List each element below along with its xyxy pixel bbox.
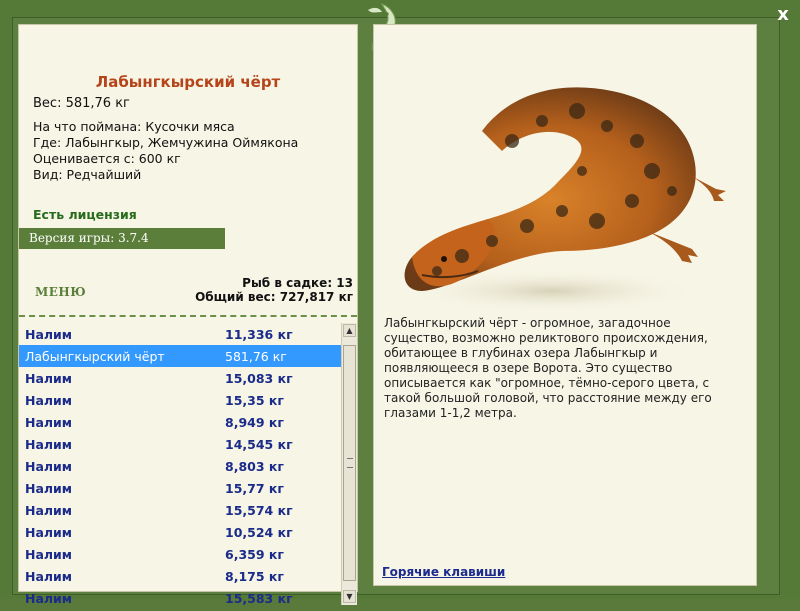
caught-where: Где: Лабынгкыр, Жемчужина Оймякона (33, 135, 299, 150)
list-item[interactable]: Налим 8,175 кг (19, 565, 341, 587)
scroll-up-icon[interactable]: ▲ (343, 324, 356, 337)
list-item-name: Налим (25, 459, 73, 474)
caught-on: На что поймана: Кусочки мяса (33, 119, 235, 134)
fish-weight: Вес: 581,76 кг (33, 96, 130, 111)
list-item-name: Налим (25, 437, 73, 452)
list-item-name: Лабынгкырский чёрт (25, 349, 165, 364)
fish-description: Лабынгкырский чёрт - огромное, загадочно… (384, 316, 712, 420)
list-item-weight: 8,803 кг (225, 459, 284, 474)
list-item-name: Налим (25, 525, 73, 540)
list-item-name: Налим (25, 371, 73, 386)
list-item-name: Налим (25, 415, 73, 430)
list-item[interactable]: Налим 15,35 кг (19, 389, 341, 411)
list-item-weight: 14,545 кг (225, 437, 293, 452)
list-item[interactable]: Налим 15,574 кг (19, 499, 341, 521)
list-item-name: Налим (25, 503, 73, 518)
scroll-down-icon[interactable]: ▼ (343, 590, 356, 603)
list-item-weight: 15,574 кг (225, 503, 293, 518)
list-item-name: Налим (25, 327, 73, 342)
catch-list[interactable]: Налим 11,336 кг Лабынгкырский чёрт 581,76 к… (19, 323, 341, 611)
list-item[interactable]: Налим 10,524 кг (19, 521, 341, 543)
list-item-weight: 15,35 кг (225, 393, 284, 408)
grip-icon (347, 458, 353, 468)
divider (19, 315, 357, 317)
list-item-weight: 10,524 кг (225, 525, 293, 540)
menu-button[interactable]: МЕНЮ (35, 285, 86, 299)
scroll-thumb[interactable] (343, 345, 356, 581)
list-item[interactable]: Налим 11,336 кг (19, 323, 341, 345)
fish-title: Лабынгкырский чёрт (95, 73, 281, 91)
list-item-weight: 581,76 кг (225, 349, 287, 364)
fish-info-panel: Лабынгкырский чёрт Вес: 581,76 кг На что… (18, 24, 358, 606)
keepnet-stats: Рыб в садке: 13 Общий вес: 727,817 кг (195, 276, 353, 304)
list-item-weight: 6,359 кг (225, 547, 284, 562)
fish-details: На что поймана: Кусочки мяса Где: Лабынг… (33, 119, 298, 183)
list-item-weight: 15,77 кг (225, 481, 284, 496)
list-item[interactable]: Налим 15,583 кг (19, 587, 341, 609)
fish-description-panel: Лабынгкырский чёрт - огромное, загадочно… (373, 24, 757, 586)
list-item[interactable]: Налим 14,545 кг (19, 433, 341, 455)
list-item-name: Налим (25, 547, 73, 562)
list-item-weight: 8,949 кг (225, 415, 284, 430)
license-status: Есть лицензия (33, 207, 137, 222)
list-item-weight: 8,175 кг (225, 569, 284, 584)
total-weight: Общий вес: 727,817 кг (195, 290, 353, 304)
value-from: Оценивается с: 600 кг (33, 151, 181, 166)
close-icon[interactable]: x (772, 4, 794, 26)
game-version: Версия игры: 3.7.4 (19, 228, 225, 249)
list-item-weight: 11,336 кг (225, 327, 293, 342)
fish-image (402, 87, 726, 313)
list-scrollbar[interactable]: ▲ ▼ (341, 323, 357, 605)
list-item-name: Налим (25, 393, 73, 408)
list-item[interactable]: Налим 15,77 кг (19, 477, 341, 499)
list-item[interactable]: Налим 8,803 кг (19, 455, 341, 477)
list-item-name: Налим (25, 569, 73, 584)
list-item-name: Налим (25, 481, 73, 496)
list-item[interactable]: Лабынгкырский чёрт 581,76 кг (19, 345, 341, 367)
fish-count: Рыб в садке: 13 (242, 276, 353, 290)
species-rarity: Вид: Редчайший (33, 167, 142, 182)
list-item[interactable]: Налим 6,359 кг (19, 543, 341, 565)
hotkeys-link[interactable]: Горячие клавиши (382, 565, 505, 579)
list-item[interactable]: Налим 8,949 кг (19, 411, 341, 433)
list-item[interactable]: Налим 15,083 кг (19, 367, 341, 389)
list-item-weight: 15,083 кг (225, 371, 293, 386)
